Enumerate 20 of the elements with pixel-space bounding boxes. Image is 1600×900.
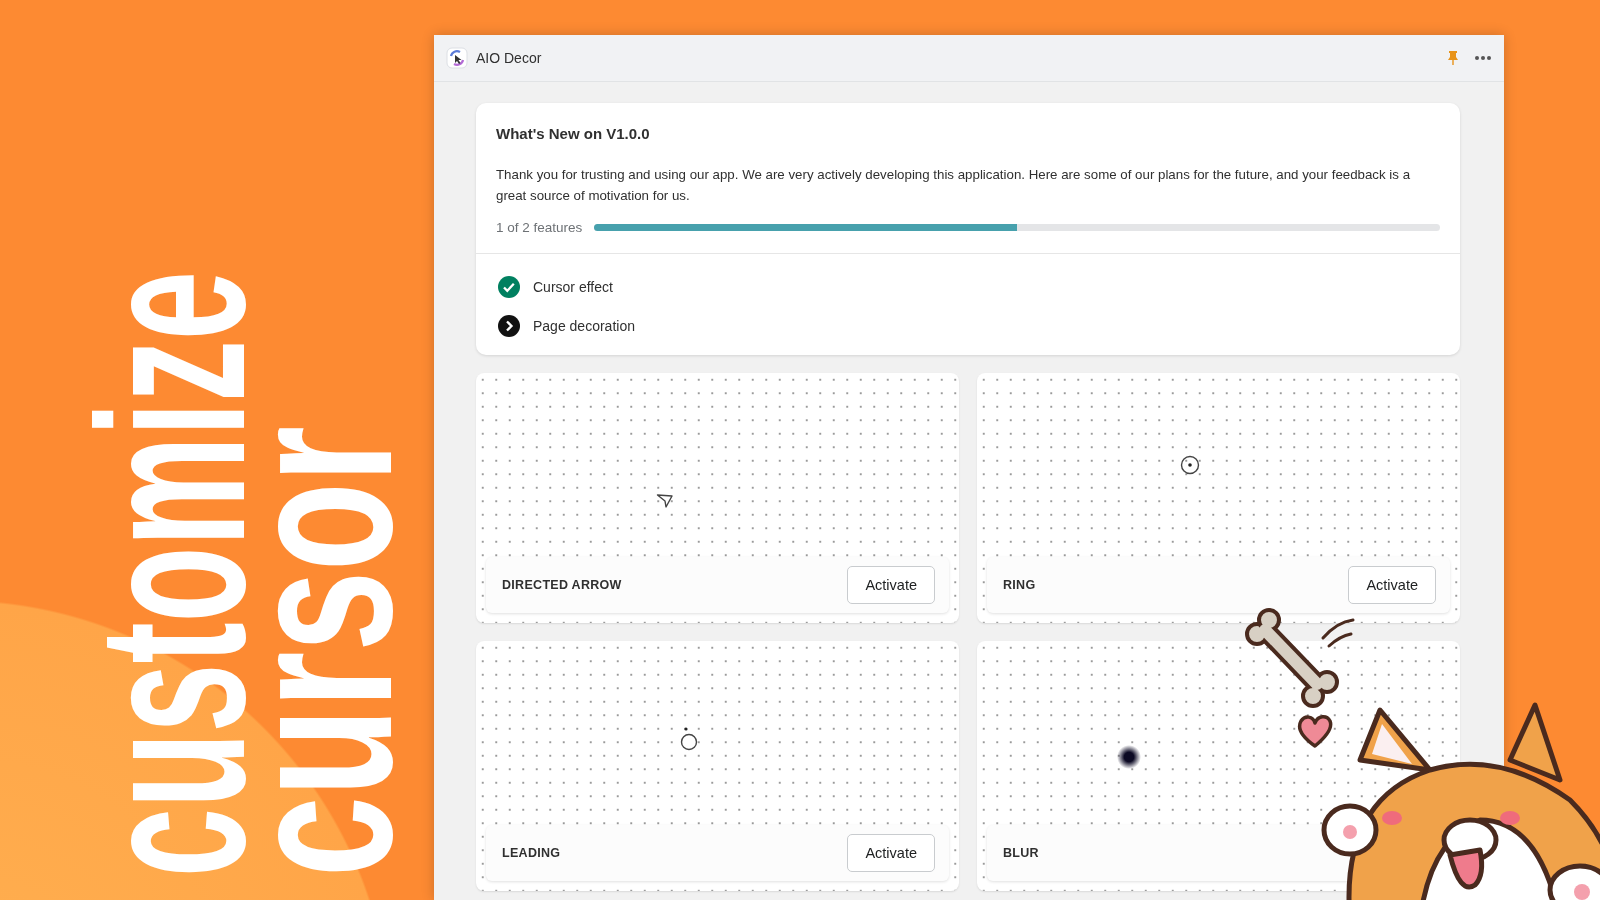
progress-label: 1 of 2 features — [496, 220, 583, 235]
arrow-cursor-icon — [656, 493, 674, 509]
cursor-name: BLUR — [1003, 846, 1039, 860]
blur-cursor-icon — [1117, 745, 1141, 769]
window-title: AIO Decor — [476, 50, 542, 66]
feature-label: Page decoration — [533, 318, 635, 334]
cursor-name: RING — [1003, 578, 1036, 592]
card-title: What's New on V1.0.0 — [496, 125, 651, 142]
activate-button[interactable]: Activate — [1348, 566, 1436, 604]
ring-cursor-icon — [1180, 455, 1200, 475]
feature-label: Cursor effect — [533, 279, 613, 295]
description: Thank you for trusting and using our app. We are very actively developing this application. Here are some of our plans for the future, and your feedback is a great source of motivation for us. — [496, 166, 1412, 205]
activate-button[interactable]: Activate — [847, 834, 935, 872]
heart-icon — [1295, 712, 1335, 750]
app-logo-icon — [446, 47, 468, 69]
leading-cursor-icon — [680, 727, 698, 751]
more-icon[interactable] — [1474, 55, 1492, 61]
cursor-name: LEADING — [502, 846, 561, 860]
cursor-name: DIRECTED ARROW — [502, 578, 622, 592]
activate-button[interactable]: Activate — [847, 566, 935, 604]
